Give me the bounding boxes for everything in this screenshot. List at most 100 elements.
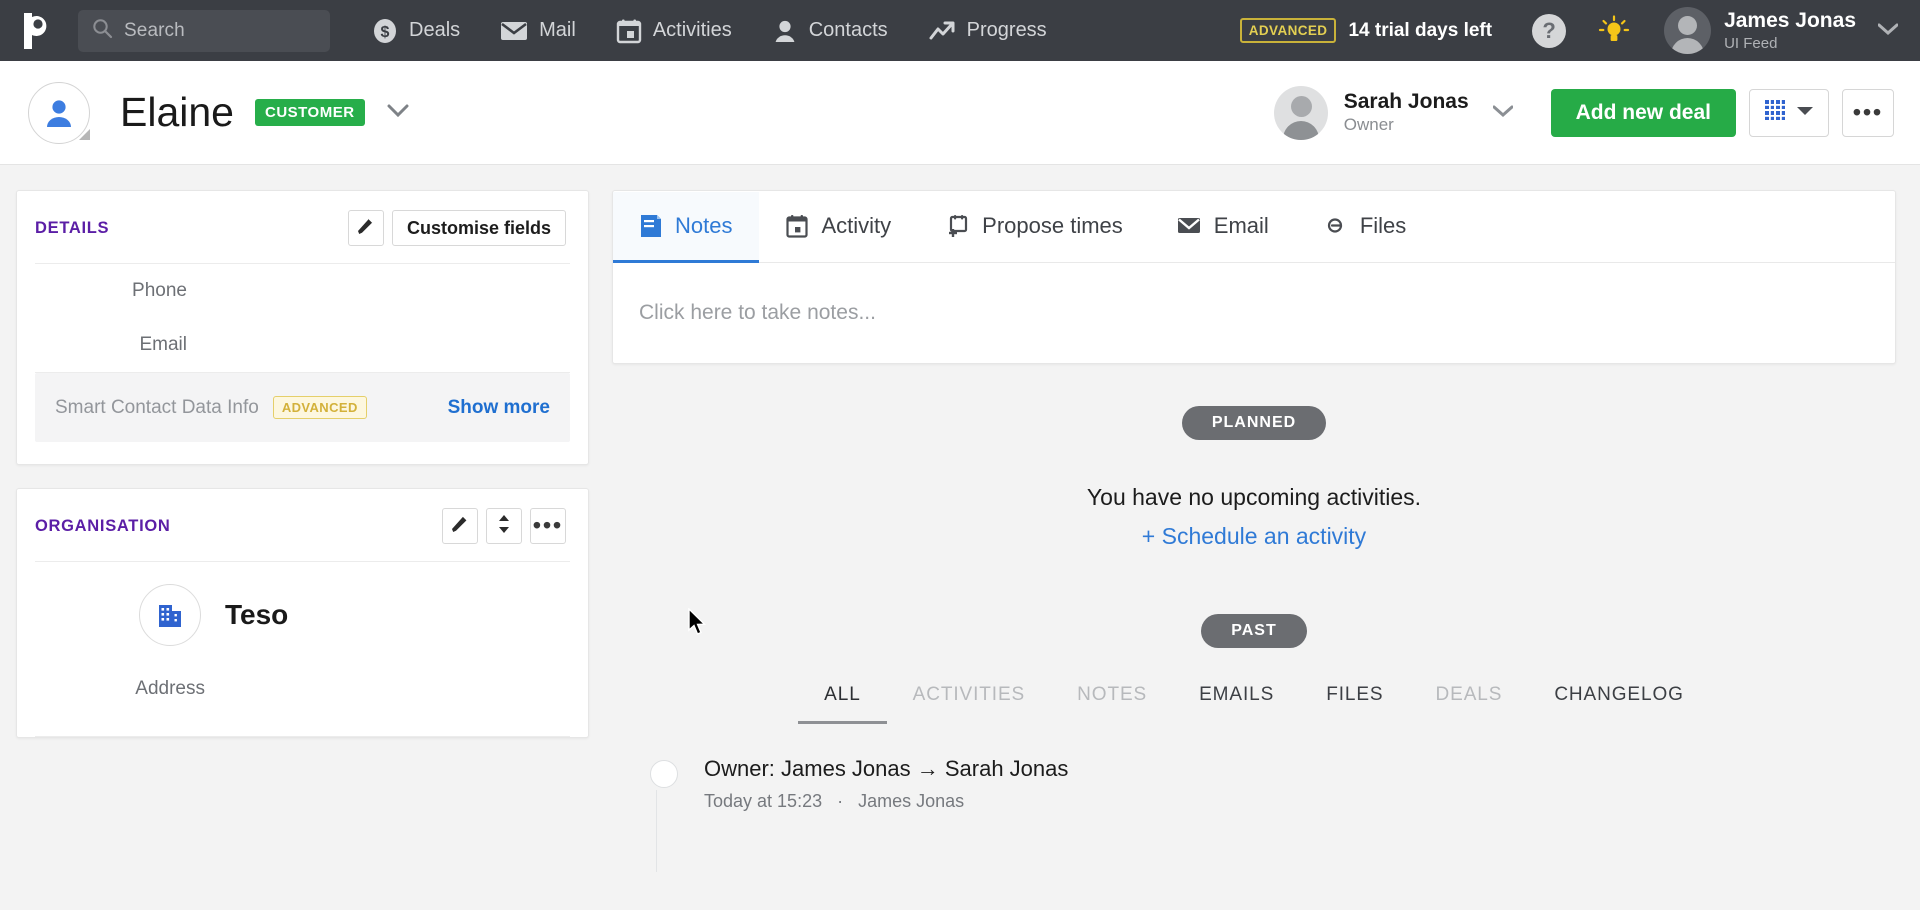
organisation-row[interactable]: Teso: [35, 584, 570, 646]
help-icon: ?: [1542, 17, 1556, 43]
chevron-down-icon: [1796, 104, 1814, 122]
account-menu[interactable]: James Jonas UI Feed: [1664, 7, 1899, 54]
page-body: DETAILS Customise fields Phone Email Sma…: [0, 165, 1920, 910]
trial-days-text: 14 trial days left: [1348, 19, 1493, 41]
filter-tab-changelog[interactable]: CHANGELOG: [1528, 684, 1710, 724]
filter-tab-notes[interactable]: NOTES: [1051, 684, 1173, 724]
tab-propose-times[interactable]: Propose times: [918, 192, 1150, 263]
account-subtitle: UI Feed: [1724, 34, 1778, 52]
top-navigation-bar: Search $ Deals Mail Activities Contacts: [0, 0, 1920, 61]
account-name: James Jonas: [1724, 9, 1856, 33]
field-label-address: Address: [135, 678, 205, 699]
grid-view-icon: [1764, 99, 1786, 126]
calendar-icon: [786, 214, 809, 238]
edit-organisation-button[interactable]: [442, 508, 478, 544]
feed-item-author: James Jonas: [858, 791, 965, 811]
filter-tab-files[interactable]: FILES: [1300, 684, 1409, 724]
edit-details-button[interactable]: [347, 210, 384, 246]
note-input[interactable]: Click here to take notes...: [613, 263, 1895, 363]
show-more-link[interactable]: Show more: [448, 397, 550, 419]
field-email[interactable]: Email: [17, 318, 588, 372]
more-options-button[interactable]: •••: [1842, 88, 1894, 137]
avatar: [1664, 7, 1712, 54]
planned-section-header: PLANNED: [612, 406, 1896, 440]
search-input[interactable]: Search: [78, 9, 330, 52]
owner-avatar: [1273, 85, 1328, 140]
plan-badge: ADVANCED: [1239, 18, 1337, 43]
schedule-activity-link[interactable]: + Schedule an activity: [612, 523, 1896, 550]
nav-label-contacts: Contacts: [808, 19, 888, 41]
notes-composer-card: Notes Activity Propose times Email Files…: [612, 190, 1896, 364]
main-nav-items: $ Deals Mail Activities Contacts Progres…: [372, 18, 1087, 44]
nav-item-activities[interactable]: Activities: [616, 18, 732, 44]
filter-tab-activities[interactable]: ACTIVITIES: [887, 684, 1051, 724]
top-nav-right: ADVANCED 14 trial days left ? James Jona…: [1239, 7, 1899, 54]
nav-item-deals[interactable]: $ Deals: [372, 18, 460, 44]
status-badge: CUSTOMER: [254, 99, 365, 126]
nav-item-progress[interactable]: Progress: [928, 19, 1047, 43]
dollar-circle-icon: $: [372, 18, 398, 44]
smart-contact-data-box: Smart Contact Data Info ADVANCED Show mo…: [35, 373, 570, 442]
tab-files[interactable]: Files: [1296, 192, 1433, 263]
organisation-title: ORGANISATION: [35, 516, 171, 535]
details-title: DETAILS: [35, 218, 110, 237]
past-pill: PAST: [1201, 614, 1307, 648]
main-content: Notes Activity Propose times Email Files…: [612, 190, 1896, 910]
filter-tab-deals[interactable]: DEALS: [1410, 684, 1529, 724]
owner-selector[interactable]: Sarah Jonas Owner: [1273, 85, 1514, 140]
field-label-phone: Phone: [132, 280, 187, 301]
planned-pill: PLANNED: [1181, 406, 1327, 440]
pencil-icon: [451, 515, 469, 538]
filter-tab-all[interactable]: ALL: [798, 684, 887, 724]
tab-notes[interactable]: Notes: [613, 192, 760, 263]
chevron-down-icon: [1492, 104, 1514, 122]
tab-email[interactable]: Email: [1150, 192, 1296, 263]
advanced-badge: ADVANCED: [272, 396, 367, 419]
help-button[interactable]: ?: [1532, 13, 1567, 48]
field-address[interactable]: Address: [35, 646, 570, 726]
ellipsis-icon: •••: [532, 512, 564, 539]
feed-dot-icon: [650, 760, 678, 788]
calendar-plus-icon: [945, 214, 969, 238]
nav-item-mail[interactable]: Mail: [500, 19, 576, 43]
reorder-organisation-button[interactable]: [486, 508, 522, 544]
filter-tab-emails[interactable]: EMAILS: [1173, 684, 1300, 724]
tab-label-notes: Notes: [675, 213, 733, 238]
page-title: Elaine: [120, 89, 234, 135]
envelope-icon: [500, 19, 528, 43]
note-icon: [640, 214, 662, 238]
field-value-email: [187, 334, 570, 356]
nav-label-activities: Activities: [652, 19, 732, 41]
field-label-email: Email: [139, 334, 187, 355]
list-item[interactable]: Owner: James Jonas → Sarah Jonas Today a…: [620, 756, 1896, 812]
organisation-body: Teso Address: [17, 562, 588, 736]
details-card: DETAILS Customise fields Phone Email Sma…: [16, 190, 589, 465]
feed-filter-tabs: ALL ACTIVITIES NOTES EMAILS FILES DEALS …: [612, 684, 1896, 724]
field-value-phone: [187, 280, 570, 302]
owner-name: Sarah Jonas: [1343, 89, 1469, 113]
organisation-card-header: ORGANISATION •••: [17, 489, 588, 561]
person-icon: [772, 18, 798, 44]
feed-item-separator: ·: [837, 791, 844, 811]
organisation-card: ORGANISATION ••• Teso Address: [16, 488, 589, 738]
field-phone[interactable]: Phone: [17, 264, 588, 318]
paperclip-icon: [1323, 216, 1347, 236]
tab-activity[interactable]: Activity: [759, 192, 918, 263]
header-actions: Sarah Jonas Owner Add new deal •••: [1273, 85, 1894, 140]
search-icon: [92, 18, 113, 44]
organisation-more-button[interactable]: •••: [530, 508, 566, 544]
divider: [35, 736, 570, 737]
tab-label-email: Email: [1213, 213, 1269, 238]
feed-item-meta: Today at 15:23 · James Jonas: [704, 791, 1068, 812]
smart-contact-data-label: Smart Contact Data Info: [55, 396, 259, 418]
nav-item-contacts[interactable]: Contacts: [772, 18, 888, 44]
customise-fields-button[interactable]: Customise fields: [391, 210, 566, 246]
customise-fields-label: Customise fields: [406, 217, 551, 238]
add-new-deal-button[interactable]: Add new deal: [1550, 88, 1736, 137]
details-card-header: DETAILS Customise fields: [17, 191, 588, 263]
lightbulb-icon[interactable]: [1598, 14, 1630, 47]
view-switcher-button[interactable]: [1749, 88, 1829, 137]
title-dropdown-caret-icon[interactable]: [387, 104, 409, 122]
contact-person-icon[interactable]: [28, 81, 90, 144]
pipedrive-logo-icon[interactable]: [14, 8, 60, 54]
